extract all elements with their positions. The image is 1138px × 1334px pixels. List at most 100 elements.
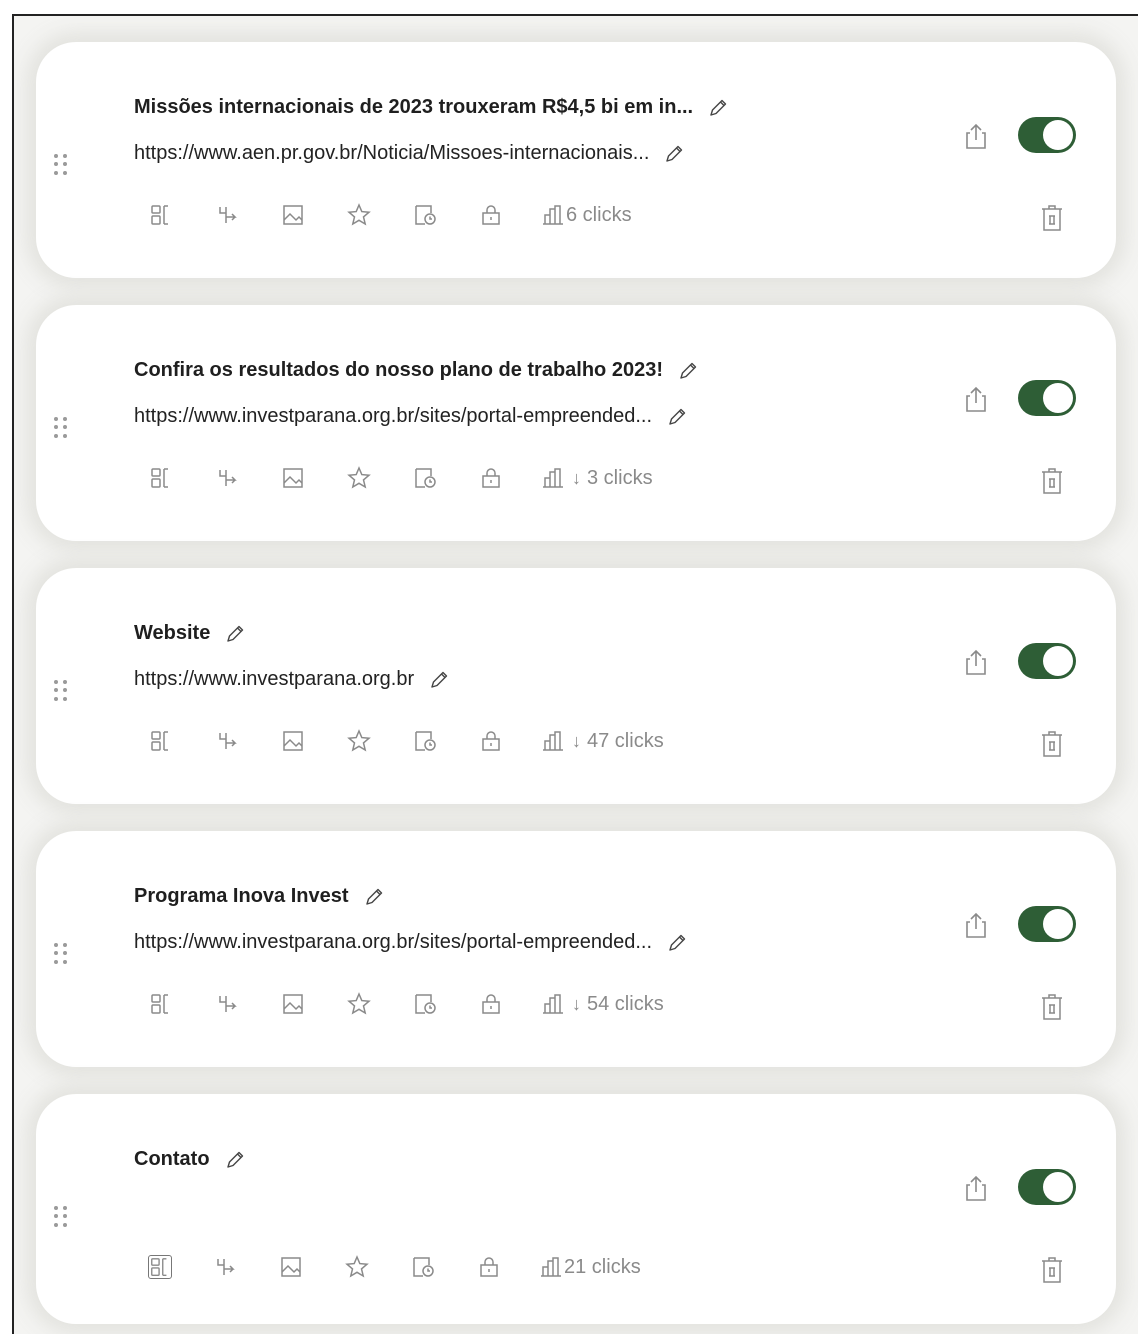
trash-icon[interactable] xyxy=(1040,204,1064,237)
toggle-knob xyxy=(1043,120,1073,150)
star-icon[interactable] xyxy=(346,728,372,754)
layout-icon[interactable] xyxy=(148,991,174,1017)
toggle-switch[interactable] xyxy=(1018,906,1076,942)
toggle-switch[interactable] xyxy=(1018,1169,1076,1205)
analytics-clicks[interactable]: ↓ 54 clicks xyxy=(540,992,664,1016)
trash-icon[interactable] xyxy=(1040,730,1064,763)
edit-title-pencil-icon[interactable] xyxy=(224,1149,246,1171)
analytics-clicks[interactable]: 21 clicks xyxy=(538,1255,641,1279)
layout-icon[interactable] xyxy=(148,465,174,491)
trash-icon[interactable] xyxy=(1040,467,1064,500)
toggle-knob xyxy=(1043,646,1073,676)
link-title: Contato xyxy=(134,1148,210,1170)
link-toolbar: 6 clicks xyxy=(148,202,632,228)
share-icon[interactable] xyxy=(962,385,990,420)
link-card: Missões internacionais de 2023 trouxeram… xyxy=(36,42,1116,278)
link-url-row[interactable]: https://www.aen.pr.gov.br/Noticia/Missoe… xyxy=(134,142,685,165)
trend-arrow: ↓ xyxy=(572,993,581,1014)
toggle-switch[interactable] xyxy=(1018,117,1076,153)
edit-url-pencil-icon[interactable] xyxy=(666,406,688,428)
edit-title-pencil-icon[interactable] xyxy=(363,886,385,908)
lock-icon[interactable] xyxy=(478,991,504,1017)
link-url: https://www.investparana.org.br/sites/po… xyxy=(134,405,653,427)
link-title-row[interactable]: Programa Inova Invest xyxy=(134,885,385,908)
trend-arrow: ↓ xyxy=(572,467,581,488)
analytics-clicks[interactable]: ↓ 3 clicks xyxy=(540,466,653,490)
lock-icon[interactable] xyxy=(476,1254,502,1280)
link-card: Website https://www.investparana.org.br xyxy=(36,568,1116,804)
analytics-icon xyxy=(540,992,566,1016)
link-title-row[interactable]: Confira os resultados do nosso plano de … xyxy=(134,359,699,382)
links-panel: Missões internacionais de 2023 trouxeram… xyxy=(12,14,1138,1334)
drag-handle-icon[interactable] xyxy=(54,154,68,176)
thumbnail-icon[interactable] xyxy=(278,1254,304,1280)
link-toolbar: ↓ 3 clicks xyxy=(148,465,653,491)
layout-icon[interactable] xyxy=(148,728,174,754)
click-count: 21 clicks xyxy=(564,1255,641,1278)
link-url-row[interactable]: https://www.investparana.org.br/sites/po… xyxy=(134,405,688,428)
edit-title-pencil-icon[interactable] xyxy=(707,97,729,119)
drag-handle-icon[interactable] xyxy=(54,417,68,439)
redirect-icon[interactable] xyxy=(214,465,240,491)
link-title-row[interactable]: Missões internacionais de 2023 trouxeram… xyxy=(134,96,729,119)
link-title: Programa Inova Invest xyxy=(134,885,349,907)
analytics-clicks[interactable]: ↓ 47 clicks xyxy=(540,729,664,753)
link-card: Programa Inova Invest https://www.invest… xyxy=(36,831,1116,1067)
thumbnail-icon[interactable] xyxy=(280,202,306,228)
toggle-switch[interactable] xyxy=(1018,380,1076,416)
schedule-icon[interactable] xyxy=(412,202,438,228)
schedule-icon[interactable] xyxy=(410,1254,436,1280)
toggle-switch[interactable] xyxy=(1018,643,1076,679)
toggle-knob xyxy=(1043,1172,1073,1202)
toggle-knob xyxy=(1043,909,1073,939)
edit-url-pencil-icon[interactable] xyxy=(666,932,688,954)
edit-url-pencil-icon[interactable] xyxy=(428,669,450,691)
lock-icon[interactable] xyxy=(478,202,504,228)
star-icon[interactable] xyxy=(346,202,372,228)
redirect-icon[interactable] xyxy=(212,1254,238,1280)
redirect-icon[interactable] xyxy=(214,202,240,228)
layout-icon[interactable] xyxy=(148,202,174,228)
share-icon[interactable] xyxy=(962,1174,990,1209)
link-card: Contato 21 clicks xyxy=(36,1094,1116,1324)
click-count: 6 clicks xyxy=(566,203,632,226)
drag-handle-icon[interactable] xyxy=(54,1206,68,1228)
link-title: Confira os resultados do nosso plano de … xyxy=(134,359,663,381)
link-url-row[interactable]: https://www.investparana.org.br xyxy=(134,668,450,691)
drag-handle-icon[interactable] xyxy=(54,680,68,702)
schedule-icon[interactable] xyxy=(412,465,438,491)
layout-icon[interactable] xyxy=(148,1255,172,1279)
link-url-row[interactable]: https://www.investparana.org.br/sites/po… xyxy=(134,931,688,954)
edit-title-pencil-icon[interactable] xyxy=(677,360,699,382)
drag-handle-icon[interactable] xyxy=(54,943,68,965)
schedule-icon[interactable] xyxy=(412,991,438,1017)
analytics-clicks[interactable]: 6 clicks xyxy=(540,203,632,227)
thumbnail-icon[interactable] xyxy=(280,728,306,754)
share-icon[interactable] xyxy=(962,122,990,157)
trash-icon[interactable] xyxy=(1040,1256,1064,1289)
analytics-icon xyxy=(540,466,566,490)
star-icon[interactable] xyxy=(346,465,372,491)
edit-title-pencil-icon[interactable] xyxy=(224,623,246,645)
edit-url-pencil-icon[interactable] xyxy=(663,143,685,165)
link-list: Missões internacionais de 2023 trouxeram… xyxy=(36,42,1116,1334)
thumbnail-icon[interactable] xyxy=(280,465,306,491)
share-icon[interactable] xyxy=(962,911,990,946)
click-count: 3 clicks xyxy=(587,466,653,489)
link-title-row[interactable]: Website xyxy=(134,622,246,645)
redirect-icon[interactable] xyxy=(214,991,240,1017)
star-icon[interactable] xyxy=(344,1254,370,1280)
schedule-icon[interactable] xyxy=(412,728,438,754)
thumbnail-icon[interactable] xyxy=(280,991,306,1017)
analytics-icon xyxy=(540,203,566,227)
analytics-icon xyxy=(540,729,566,753)
trash-icon[interactable] xyxy=(1040,993,1064,1026)
link-title-row[interactable]: Contato xyxy=(134,1148,246,1171)
redirect-icon[interactable] xyxy=(214,728,240,754)
share-icon[interactable] xyxy=(962,648,990,683)
lock-icon[interactable] xyxy=(478,728,504,754)
click-count: 47 clicks xyxy=(587,729,664,752)
lock-icon[interactable] xyxy=(478,465,504,491)
star-icon[interactable] xyxy=(346,991,372,1017)
link-title: Missões internacionais de 2023 trouxeram… xyxy=(134,96,694,118)
